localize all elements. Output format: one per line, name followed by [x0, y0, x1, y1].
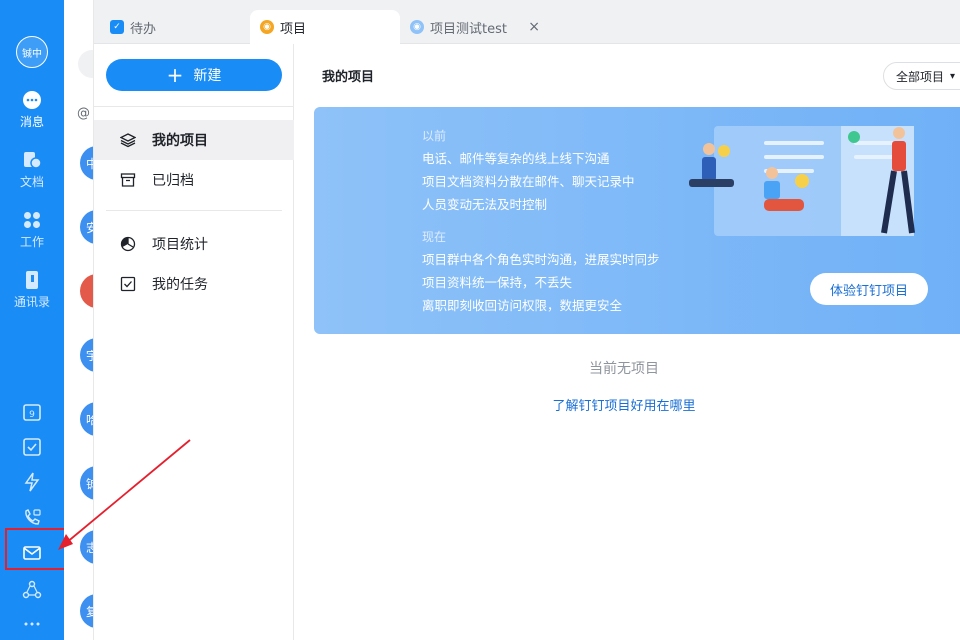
rail-item-docs[interactable]: 文档 — [0, 150, 64, 190]
tab-todo[interactable]: ✓ 待办 — [100, 10, 166, 44]
chat-avatar[interactable]: 安 — [80, 210, 93, 244]
sidebar-item-label: 已归档 — [152, 173, 194, 189]
chat-avatar[interactable]: 宇 — [80, 338, 93, 372]
checkbox-icon: ✓ — [110, 20, 124, 34]
chat-avatar[interactable]: 铖 — [80, 466, 93, 500]
banner-line: 项目资料统一保持，不丢失 — [422, 275, 573, 290]
chat-avatar[interactable]: 中 — [80, 146, 93, 180]
layers-icon — [120, 133, 136, 148]
rail-item-contacts[interactable]: 通讯录 — [0, 270, 64, 310]
phone-icon[interactable] — [22, 508, 42, 528]
tab-label: 项目测试test — [430, 21, 507, 37]
annotation-highlight-box — [5, 528, 71, 570]
sidebar-item-label: 我的项目 — [152, 133, 208, 149]
pie-icon — [120, 236, 136, 252]
left-rail: 铖中 消息 文档 工作 通讯录 9 — [0, 0, 71, 640]
banner-line: 离职即刻收回访问权限，数据更安全 — [422, 298, 623, 313]
rail-label: 消息 — [19, 115, 44, 129]
rail-item-messages[interactable]: 消息 — [0, 90, 64, 130]
new-project-button[interactable]: + 新建 — [106, 59, 282, 91]
sidebar-item-label: 项目统计 — [152, 237, 208, 253]
checkbox-icon[interactable] — [22, 437, 42, 457]
user-avatar[interactable]: 铖中 — [16, 36, 48, 68]
lightning-icon[interactable] — [22, 472, 42, 492]
mention-symbol: @ — [77, 106, 90, 121]
divider — [106, 210, 282, 211]
message-icon — [23, 91, 41, 109]
plus-icon: + — [166, 63, 184, 87]
banner-illustration — [689, 126, 915, 236]
main-content: 我的项目 全部项目 ▾ 以前 电话、邮件等复杂的线上线下沟通 项目文档资料分散在… — [294, 44, 960, 640]
banner-line: 项目文档资料分散在邮件、聊天记录中 — [422, 174, 635, 189]
try-project-button[interactable]: 体验钉钉项目 — [810, 273, 928, 305]
sidebar-item-label: 我的任务 — [152, 277, 208, 293]
sidebar-item-my-projects[interactable]: 我的项目 — [94, 120, 294, 160]
new-button-label: 新建 — [193, 68, 222, 84]
sidebar-item-archived[interactable]: 已归档 — [94, 160, 294, 200]
project-filter-select[interactable]: 全部项目 ▾ — [883, 62, 960, 90]
tab-label: 待办 — [130, 21, 157, 37]
banner-before-section: 以前 电话、邮件等复杂的线上线下沟通 项目文档资料分散在邮件、聊天记录中 人员变… — [422, 127, 635, 213]
banner-now-label: 现在 — [422, 230, 447, 244]
close-icon[interactable]: × — [528, 19, 540, 35]
chevron-down-icon: ▾ — [950, 70, 956, 82]
sidebar-item-my-tasks[interactable]: 我的任务 — [94, 264, 294, 304]
project-icon: ◉ — [410, 20, 424, 34]
search-input[interactable] — [78, 50, 93, 78]
archive-icon — [120, 173, 136, 187]
grid-icon — [24, 212, 40, 228]
learn-more-link[interactable]: 了解钉钉项目好用在哪里 — [244, 395, 960, 414]
calendar-icon[interactable]: 9 — [22, 402, 42, 422]
chat-avatar[interactable]: 复 — [80, 594, 93, 628]
tab-bar: ✓ 待办 ◉ 项目 ◉ 项目测试test × — [94, 0, 960, 44]
task-check-icon — [120, 276, 136, 292]
tab-label: 项目 — [280, 21, 307, 37]
rail-item-work[interactable]: 工作 — [0, 210, 64, 250]
contacts-icon — [26, 271, 38, 289]
banner-before-label: 以前 — [422, 129, 447, 143]
share-icon[interactable] — [22, 580, 42, 600]
banner-line: 人员变动无法及时控制 — [422, 197, 548, 212]
banner-line: 电话、邮件等复杂的线上线下沟通 — [422, 151, 610, 166]
banner-line: 项目群中各个角色实时沟通，进展实时同步 — [422, 252, 660, 267]
filter-label: 全部项目 — [896, 69, 945, 84]
project-window: ✓ 待办 ◉ 项目 ◉ 项目测试test × + 新建 我的项目 已归档 项目统… — [94, 0, 960, 640]
project-sidebar: + 新建 我的项目 已归档 项目统计 我的任务 — [94, 44, 294, 640]
document-icon — [24, 152, 42, 169]
more-icon[interactable] — [22, 614, 42, 634]
project-icon: ◉ — [260, 20, 274, 34]
page-title: 我的项目 — [322, 70, 375, 85]
empty-state-text: 当前无项目 — [589, 361, 659, 377]
rail-label: 工作 — [19, 235, 44, 249]
sidebar-item-stats[interactable]: 项目统计 — [94, 224, 294, 264]
tab-project[interactable]: ◉ 项目 — [250, 10, 400, 44]
tab-project-test[interactable]: ◉ 项目测试test × — [400, 10, 548, 44]
intro-banner: 以前 电话、邮件等复杂的线上线下沟通 项目文档资料分散在邮件、聊天记录中 人员变… — [314, 107, 960, 334]
rail-label: 通讯录 — [13, 295, 50, 309]
banner-now-section: 现在 项目群中各个角色实时沟通，进展实时同步 项目资料统一保持，不丢失 离职即刻… — [422, 228, 660, 314]
chat-list: @ 中 安 宇 哈 铖 志 复 — [64, 0, 94, 640]
divider — [94, 106, 294, 107]
chat-avatar[interactable]: 志 — [80, 530, 93, 564]
svg-text:9: 9 — [29, 410, 35, 420]
chat-avatar[interactable]: 哈 — [80, 402, 93, 436]
rail-label: 文档 — [19, 175, 44, 189]
chat-avatar[interactable] — [80, 274, 93, 308]
